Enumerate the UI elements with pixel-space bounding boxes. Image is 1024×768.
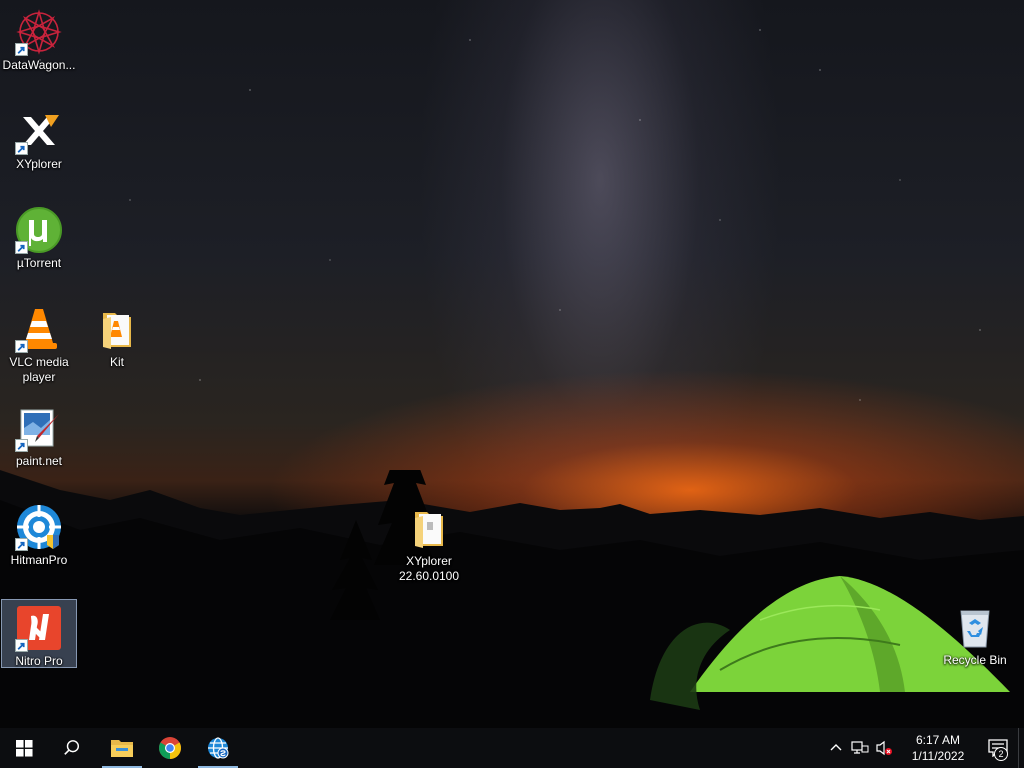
chevron-up-icon bbox=[830, 744, 842, 751]
desktop-icon-utorrent[interactable]: µTorrent bbox=[1, 202, 77, 271]
vlc-icon bbox=[15, 305, 63, 353]
system-tray: 6:17 AM 1/11/2022 2 bbox=[824, 728, 1024, 768]
taskbar-file-explorer[interactable] bbox=[98, 728, 146, 768]
desktop-icon-kit-folder[interactable]: Kit bbox=[79, 301, 155, 370]
shortcut-arrow-icon bbox=[15, 43, 28, 56]
desktop-icon-nitro-pro[interactable]: Nitro Pro bbox=[1, 599, 77, 668]
desktop-icon-label: XYplorer bbox=[16, 157, 62, 171]
taskbar-network-app[interactable] bbox=[194, 728, 242, 768]
shortcut-arrow-icon bbox=[15, 439, 28, 452]
desktop-icon-label: DataWagon... bbox=[2, 58, 76, 72]
notification-count-badge: 2 bbox=[994, 747, 1008, 761]
shortcut-arrow-icon bbox=[15, 241, 28, 254]
desktop-icon-label: VLC media player bbox=[9, 355, 69, 384]
shortcut-arrow-icon bbox=[15, 639, 28, 652]
desktop-icon-label: Recycle Bin bbox=[943, 653, 1007, 667]
taskbar-chrome[interactable] bbox=[146, 728, 194, 768]
taskbar-clock[interactable]: 6:17 AM 1/11/2022 bbox=[902, 732, 974, 764]
mountain-silhouette bbox=[0, 470, 1024, 728]
desktop-icon-label: HitmanPro bbox=[10, 553, 68, 567]
recycle-bin-icon bbox=[951, 603, 999, 651]
folder-icon bbox=[93, 305, 141, 353]
desktop-icon-label: µTorrent bbox=[16, 256, 62, 270]
desktop-icon-label: Nitro Pro bbox=[15, 654, 63, 668]
search-icon bbox=[64, 740, 80, 755]
chrome-icon bbox=[159, 737, 181, 759]
desktop-icon-label: Kit bbox=[109, 355, 124, 369]
desktop-icon-xyplorer-folder[interactable]: XYplorer 22.60.0100 bbox=[391, 500, 467, 584]
volume-muted-icon bbox=[876, 740, 892, 756]
datawagon-icon bbox=[15, 8, 63, 56]
network-wired-icon bbox=[851, 741, 869, 754]
nitro-pro-icon bbox=[15, 604, 63, 652]
utorrent-icon bbox=[15, 206, 63, 254]
desktop-icon-label: XYplorer 22.60.0100 bbox=[398, 554, 460, 583]
desktop-icon-paintnet[interactable]: paint.net bbox=[1, 400, 77, 469]
show-desktop-button[interactable] bbox=[1018, 728, 1024, 768]
show-hidden-icons-button[interactable] bbox=[824, 728, 848, 768]
clock-time: 6:17 AM bbox=[915, 733, 961, 747]
desktop-icon-vlc[interactable]: VLC media player bbox=[1, 301, 77, 385]
search-button[interactable] bbox=[48, 728, 96, 768]
action-center-button[interactable]: 2 bbox=[978, 728, 1018, 768]
shortcut-arrow-icon bbox=[15, 142, 28, 155]
desktop-icon-datawagon[interactable]: DataWagon... bbox=[1, 4, 77, 73]
desktop-icon-recycle-bin[interactable]: Recycle Bin bbox=[937, 599, 1013, 668]
volume-button[interactable] bbox=[872, 728, 896, 768]
paintnet-icon bbox=[15, 404, 63, 452]
shortcut-arrow-icon bbox=[15, 538, 28, 551]
hitmanpro-icon bbox=[15, 503, 63, 551]
file-explorer-icon bbox=[111, 740, 133, 757]
xyplorer-icon bbox=[15, 107, 63, 155]
windows-logo-icon bbox=[15, 739, 33, 757]
start-button[interactable] bbox=[0, 728, 48, 768]
network-globe-icon bbox=[208, 737, 229, 759]
desktop-icon-hitmanpro[interactable]: HitmanPro bbox=[1, 499, 77, 568]
desktop-icon-xyplorer[interactable]: XYplorer bbox=[1, 103, 77, 172]
taskbar: 6:17 AM 1/11/2022 2 bbox=[0, 728, 1024, 768]
folder-icon bbox=[405, 504, 453, 552]
shortcut-arrow-icon bbox=[15, 340, 28, 353]
network-status-button[interactable] bbox=[848, 728, 872, 768]
clock-date: 1/11/2022 bbox=[911, 749, 965, 763]
desktop-icon-label: paint.net bbox=[15, 454, 63, 468]
